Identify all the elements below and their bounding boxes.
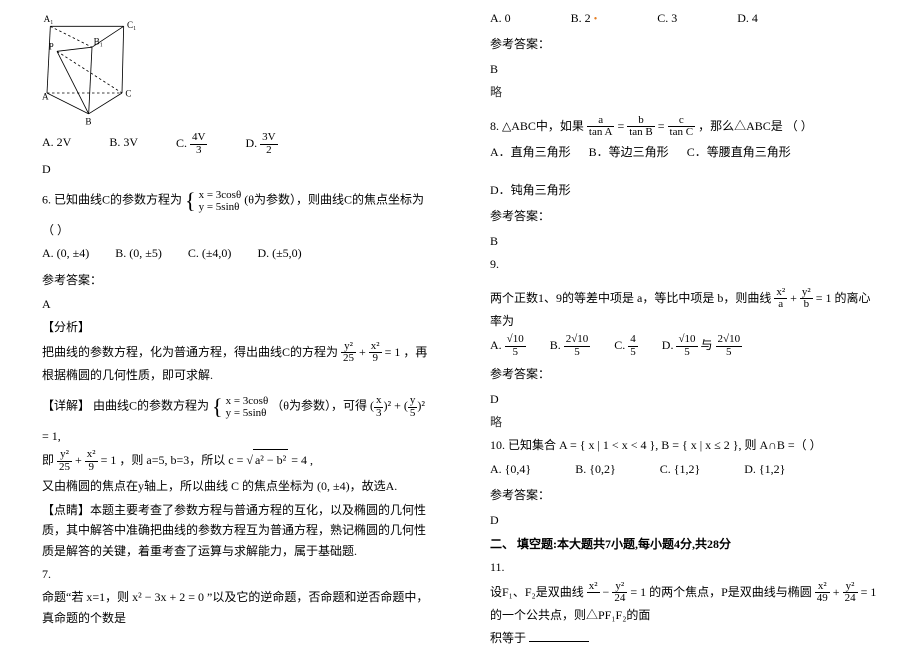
svg-text:A₁: A₁ <box>44 14 54 24</box>
svg-text:A: A <box>42 92 49 102</box>
opt-c[interactable]: C. 4V3 <box>176 132 207 156</box>
fill-blank[interactable] <box>529 630 589 642</box>
svg-text:C₁: C₁ <box>127 20 136 30</box>
q9-num: 9. <box>490 254 878 274</box>
svg-text:B: B <box>85 117 91 127</box>
q6-detail: 【详解】 由曲线C的参数方程为 { x = 3cosθ y = 5sinθ （θ… <box>42 388 430 446</box>
q7-text: 命题“若 x=1，则 x² − 3x + 2 = 0 ”以及它的逆命题，否命题和… <box>42 587 430 628</box>
q6-line3: 又由椭圆的焦点在y轴上，所以曲线 C 的焦点坐标为 (0, ±4)，故选A. <box>42 476 430 496</box>
left-column: A₁ B₁ C₁ A B C P A. 2V B. 3V C. 4V3 D. 3… <box>0 0 460 651</box>
analysis-label: 【分析】 <box>42 317 430 337</box>
q9-answer: D <box>490 389 878 409</box>
q9-options: A. √105 B. 2√105 C. 45 D. √105 与 2√105 <box>490 334 878 358</box>
opt-a[interactable]: A. {0,4} <box>490 459 531 479</box>
q6-stem: 6. 已知曲线C的参数方程为 { x = 3cosθ y = 5sinθ (θ为… <box>42 182 430 240</box>
opt-b[interactable]: B. (0, ±5) <box>115 243 162 263</box>
opt-d[interactable]: D. (±5,0) <box>257 243 301 263</box>
answer-label: 参考答案： <box>42 270 430 290</box>
opt-c[interactable]: C. (±4,0) <box>188 243 232 263</box>
opt-c[interactable]: C．等腰直角三角形 <box>687 142 791 162</box>
answer-label: 参考答案： <box>490 206 878 226</box>
opt-b[interactable]: B. {0,2} <box>575 459 616 479</box>
answer-label: 参考答案： <box>490 364 878 384</box>
opt-c[interactable]: C. 45 <box>614 334 638 358</box>
opt-d[interactable]: D. √105 与 2√105 <box>662 334 742 358</box>
opt-b[interactable]: B. 3V <box>109 132 138 156</box>
svg-text:P: P <box>49 42 54 52</box>
svg-text:C: C <box>125 88 131 98</box>
opt-a[interactable]: A. (0, ±4) <box>42 243 89 263</box>
opt-d[interactable]: D. 3V2 <box>245 132 277 156</box>
opt-b[interactable]: B. 2√105 <box>550 334 591 358</box>
svg-text:B₁: B₁ <box>94 37 103 47</box>
q6-analysis: 把曲线的参数方程，化为普通方程，得出曲线C的方程为 y²25 + x²9 = 1… <box>42 341 430 385</box>
q7-answer: B <box>490 59 878 79</box>
q5-options: A. 2V B. 3V C. 4V3 D. 3V2 <box>42 132 430 156</box>
opt-c[interactable]: C. {1,2} <box>660 459 701 479</box>
prism-figure: A₁ B₁ C₁ A B C P <box>42 8 142 128</box>
opt-a[interactable]: A. 2V <box>42 132 71 156</box>
q11-line2: 积等于 <box>490 628 878 648</box>
q6-options: A. (0, ±4) B. (0, ±5) C. (±4,0) D. (±5,0… <box>42 243 430 263</box>
q8-answer: B <box>490 231 878 251</box>
q11-stem: 设F₁、F₂是双曲线 x² − y²24 = 1 的两个焦点，P是双曲线与椭圆 … <box>490 581 878 625</box>
q10-answer: D <box>490 510 878 530</box>
opt-a[interactable]: A. 0 <box>490 8 511 28</box>
brace-icon: { <box>212 388 223 425</box>
q9-note: 略 <box>490 412 878 432</box>
right-column: A. 0 B. 2 • C. 3 D. 4 参考答案： B 略 8. △ABC中… <box>460 0 920 651</box>
q10-options: A. {0,4} B. {0,2} C. {1,2} D. {1,2} <box>490 459 878 479</box>
q8-options: A．直角三角形 B．等边三角形 C．等腰直角三角形 D．钝角三角形 <box>490 142 878 201</box>
opt-b[interactable]: B．等边三角形 <box>589 142 669 162</box>
opt-c[interactable]: C. 3 <box>657 8 677 28</box>
answer-label: 参考答案： <box>490 485 878 505</box>
opt-a[interactable]: A. √105 <box>490 334 526 358</box>
q10-stem: 10. 已知集合 A = { x | 1 < x < 4 }, B = { x … <box>490 435 878 455</box>
opt-a[interactable]: A．直角三角形 <box>490 142 571 162</box>
q8-stem: 8. △ABC中，如果 atan A = btan B = ctan C ，那么… <box>490 115 878 139</box>
q6-line2: 即 y²25 + x²9 = 1 ，则 a=5, b=3，所以 c = √a² … <box>42 449 430 473</box>
brace-icon: { <box>185 182 196 219</box>
q5-answer: D <box>42 159 430 179</box>
q7-note: 略 <box>490 82 878 102</box>
opt-d[interactable]: D. {1,2} <box>744 459 785 479</box>
section-2-heading: 二、 填空题:本大题共7小题,每小题4分,共28分 <box>490 534 878 554</box>
q11-num: 11. <box>490 557 878 577</box>
q9-stem: 两个正数1、9的等差中项是 a，等比中项是 b，则曲线 x²a + y²b = … <box>490 287 878 331</box>
dot-icon: • <box>594 14 598 25</box>
q6-dianjing: 【点睛】本题主要考查了参数方程与普通方程的互化，以及椭圆的几何性质，其中解答中准… <box>42 500 430 561</box>
opt-b[interactable]: B. 2 • <box>571 8 598 28</box>
answer-label: 参考答案： <box>490 34 878 54</box>
q7-options: A. 0 B. 2 • C. 3 D. 4 <box>490 8 878 28</box>
q6-answer: A <box>42 294 430 314</box>
opt-d[interactable]: D. 4 <box>737 8 758 28</box>
opt-d[interactable]: D．钝角三角形 <box>490 180 571 200</box>
q7-stem: 7. <box>42 564 430 584</box>
